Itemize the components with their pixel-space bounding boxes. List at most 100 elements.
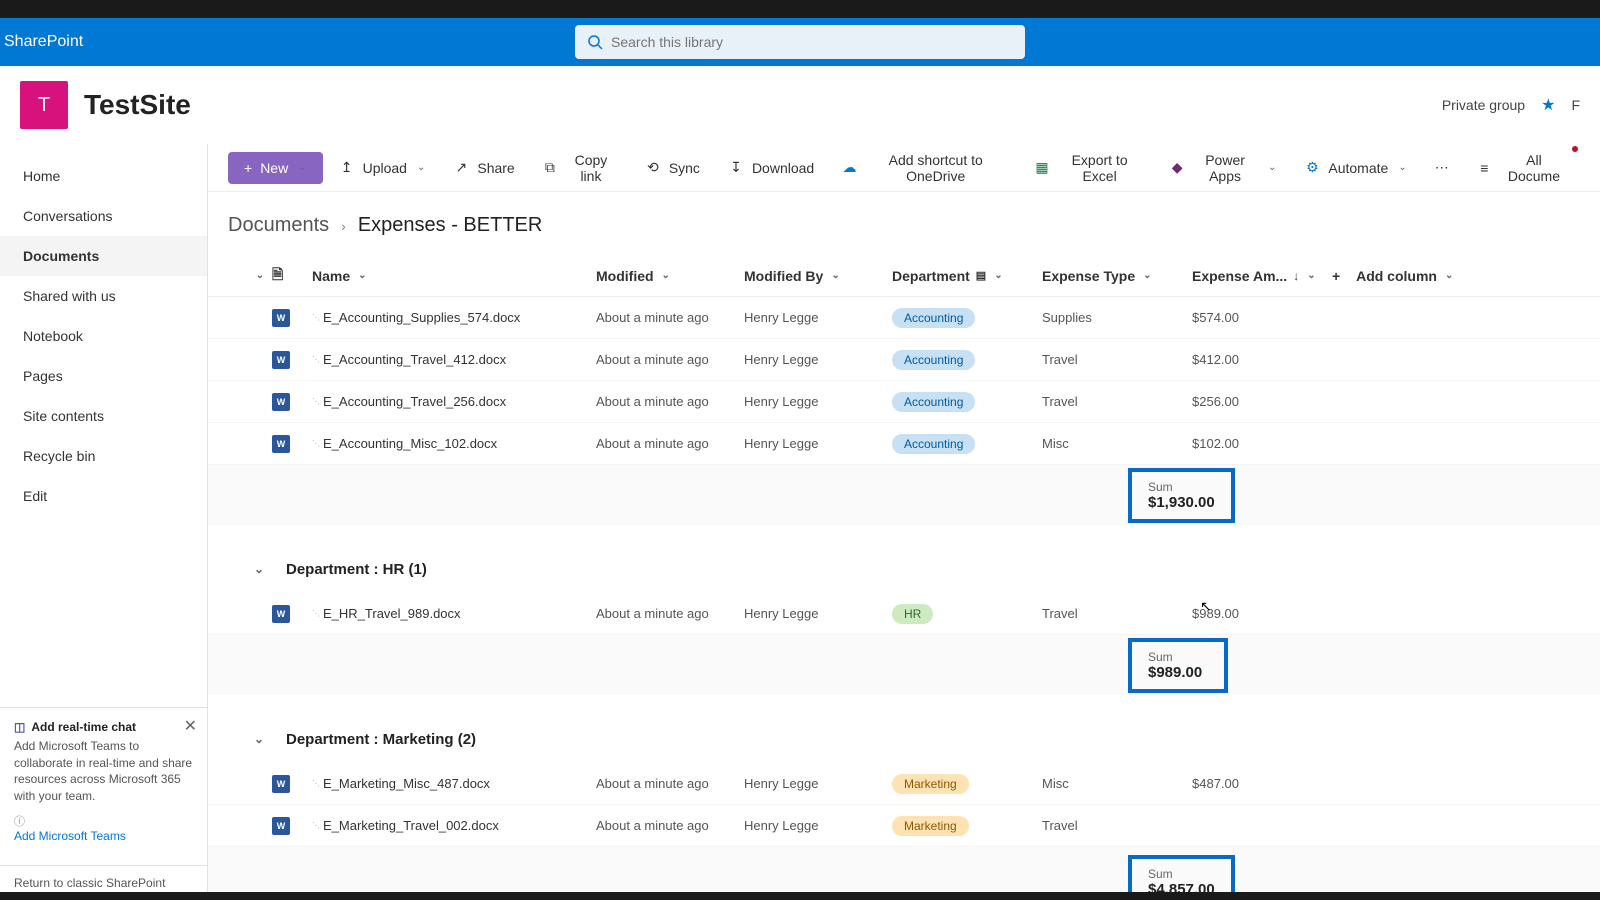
left-navigation: HomeConversationsDocumentsShared with us… [0, 144, 208, 900]
site-title[interactable]: TestSite [84, 89, 191, 121]
expense-amount-cell: $574.00 [1192, 310, 1332, 325]
table-row[interactable]: W ⋱E_Accounting_Travel_412.docxAbout a mi… [208, 339, 1600, 381]
modifiedby-cell[interactable]: Henry Legge [744, 818, 892, 833]
department-tag: Accounting [892, 308, 975, 328]
expense-type-column-header[interactable]: Expense Type⌄ [1042, 268, 1192, 284]
department-tag: Marketing [892, 816, 969, 836]
sync-icon: ⟲ [645, 160, 661, 176]
sidebar-item-site-contents[interactable]: Site contents [0, 396, 207, 436]
search-input[interactable] [575, 25, 1025, 59]
word-doc-icon: W [272, 351, 290, 369]
add-shortcut-button[interactable]: ☁ Add shortcut to OneDrive [830, 144, 1019, 192]
modified-cell: About a minute ago [596, 394, 744, 409]
table-row[interactable]: W ⋱E_Marketing_Travel_002.docxAbout a min… [208, 805, 1600, 847]
group-total-row: Sum $1,930.00 [208, 465, 1600, 525]
modified-cell: About a minute ago [596, 352, 744, 367]
modifiedby-cell[interactable]: Henry Legge [744, 394, 892, 409]
table-row[interactable]: W ⋱E_Accounting_Travel_256.docxAbout a mi… [208, 381, 1600, 423]
download-button[interactable]: ↧ Download [716, 152, 826, 184]
group-title: Department : Marketing (2) [286, 731, 476, 748]
breadcrumb-root[interactable]: Documents [228, 214, 329, 237]
modified-cell: About a minute ago [596, 310, 744, 325]
close-icon[interactable]: ✕ [184, 716, 197, 736]
taskbar [0, 892, 1600, 900]
expense-amount-cell: $487.00 [1192, 776, 1332, 791]
group-header-marketing[interactable]: ⌄ Department : Marketing (2) [208, 715, 1600, 763]
file-icon: 🗎 [272, 264, 283, 288]
site-logo[interactable]: T [20, 81, 68, 129]
table-header-row: ⌄ 🗎 Name⌄ Modified⌄ Modified By⌄ Departm… [208, 255, 1600, 297]
more-actions-button[interactable]: ⋯ [1423, 151, 1461, 184]
department-column-header[interactable]: Department▤⌄ [892, 268, 1042, 284]
department-tag: Accounting [892, 434, 975, 454]
content-area: + New ⌄ ↥ Upload ⌄ ↗ Share ⧉ Copy link [208, 144, 1600, 900]
modified-column-header[interactable]: Modified⌄ [596, 268, 744, 284]
file-name[interactable]: ⋱E_Accounting_Supplies_574.docx [312, 310, 596, 325]
add-column-button[interactable]: + Add column⌄ [1332, 268, 1472, 284]
share-button[interactable]: ↗ Share [441, 152, 526, 184]
command-bar: + New ⌄ ↥ Upload ⌄ ↗ Share ⧉ Copy link [208, 144, 1600, 192]
file-name[interactable]: ⋱E_Accounting_Travel_412.docx [312, 352, 596, 367]
file-name[interactable]: ⋱E_HR_Travel_989.docx [312, 606, 596, 621]
table-row[interactable]: W⋱E_Accounting_Supplies_574.docxAbout a … [208, 297, 1600, 339]
follow-star-icon[interactable]: ★ [1541, 95, 1555, 115]
file-name[interactable]: ⋱E_Accounting_Misc_102.docx [312, 436, 596, 451]
modified-cell: About a minute ago [596, 818, 744, 833]
table-row[interactable]: W⋱E_HR_Travel_989.docxAbout a minute ago… [208, 593, 1600, 635]
chevron-down-icon: ⌄ [298, 162, 306, 173]
add-teams-link[interactable]: Add Microsoft Teams [14, 829, 126, 843]
sidebar-item-conversations[interactable]: Conversations [0, 196, 207, 236]
site-header: T TestSite Private group ★ F [0, 66, 1600, 144]
expense-type-cell: Travel [1042, 818, 1192, 833]
modifiedby-cell[interactable]: Henry Legge [744, 436, 892, 451]
sidebar-item-notebook[interactable]: Notebook [0, 316, 207, 356]
expense-amount-cell: $102.00 [1192, 436, 1332, 451]
group-header-hr[interactable]: ⌄ Department : HR (1) [208, 545, 1600, 593]
sidebar-item-recycle-bin[interactable]: Recycle bin [0, 436, 207, 476]
modifiedby-cell[interactable]: Henry Legge [744, 310, 892, 325]
word-doc-icon: W [272, 393, 290, 411]
table-row[interactable]: W⋱E_Accounting_Misc_102.docxAbout a minu… [208, 423, 1600, 465]
power-apps-button[interactable]: ◆ Power Apps ⌄ [1158, 144, 1288, 192]
sidebar-item-home[interactable]: Home [0, 156, 207, 196]
chevron-down-icon[interactable]: ⌄ [254, 562, 286, 576]
expense-amount-column-header[interactable]: Expense Am...↓⌄ [1192, 268, 1332, 284]
word-doc-icon: W [272, 817, 290, 835]
sidebar-item-documents[interactable]: Documents [0, 236, 207, 276]
chevron-down-icon: ⌄ [358, 270, 366, 281]
chevron-down-icon: ⌄ [831, 270, 839, 281]
sharepoint-logo[interactable]: SharePoint [0, 33, 83, 51]
follow-label-truncated[interactable]: F [1571, 97, 1580, 113]
sync-button[interactable]: ⟲ Sync [633, 152, 712, 184]
sidebar-item-edit[interactable]: Edit [0, 476, 207, 516]
file-name[interactable]: ⋱E_Marketing_Misc_487.docx [312, 776, 596, 791]
modifiedby-cell[interactable]: Henry Legge [744, 606, 892, 621]
sidebar-item-pages[interactable]: Pages [0, 356, 207, 396]
department-tag: HR [892, 604, 933, 624]
table-row[interactable]: W⋱E_Marketing_Misc_487.docxAbout a minut… [208, 763, 1600, 805]
file-name[interactable]: ⋱E_Marketing_Travel_002.docx [312, 818, 596, 833]
chevron-down-icon: ⌄ [994, 270, 1002, 281]
chevron-down-icon: ⌄ [1398, 162, 1406, 173]
sort-down-icon: ↓ [1293, 269, 1299, 283]
file-type-column[interactable]: 🗎 [272, 264, 312, 288]
sidebar-item-shared-with-us[interactable]: Shared with us [0, 276, 207, 316]
info-icon[interactable]: ⓘ [14, 816, 25, 828]
modifiedby-cell[interactable]: Henry Legge [744, 352, 892, 367]
chevron-down-icon: ⌄ [1268, 162, 1276, 173]
modifiedby-column-header[interactable]: Modified By⌄ [744, 268, 892, 284]
upload-button[interactable]: ↥ Upload ⌄ [327, 152, 438, 184]
modifiedby-cell[interactable]: Henry Legge [744, 776, 892, 791]
new-button[interactable]: + New ⌄ [228, 152, 323, 184]
excel-icon: ▦ [1035, 160, 1049, 176]
automate-button[interactable]: ⚙ Automate ⌄ [1292, 152, 1418, 184]
chevron-down-icon[interactable]: ⌄ [254, 732, 286, 746]
sum-label: Sum [1148, 480, 1215, 494]
name-column-header[interactable]: Name⌄ [312, 268, 596, 284]
view-selector-button[interactable]: ≡ All Docume [1465, 144, 1580, 192]
copy-link-button[interactable]: ⧉ Copy link [531, 144, 629, 192]
group-collapse-all[interactable]: ⌄ [228, 270, 272, 281]
export-excel-button[interactable]: ▦ Export to Excel [1023, 144, 1154, 192]
file-name[interactable]: ⋱E_Accounting_Travel_256.docx [312, 394, 596, 409]
chevron-down-icon: ⌄ [256, 270, 264, 281]
